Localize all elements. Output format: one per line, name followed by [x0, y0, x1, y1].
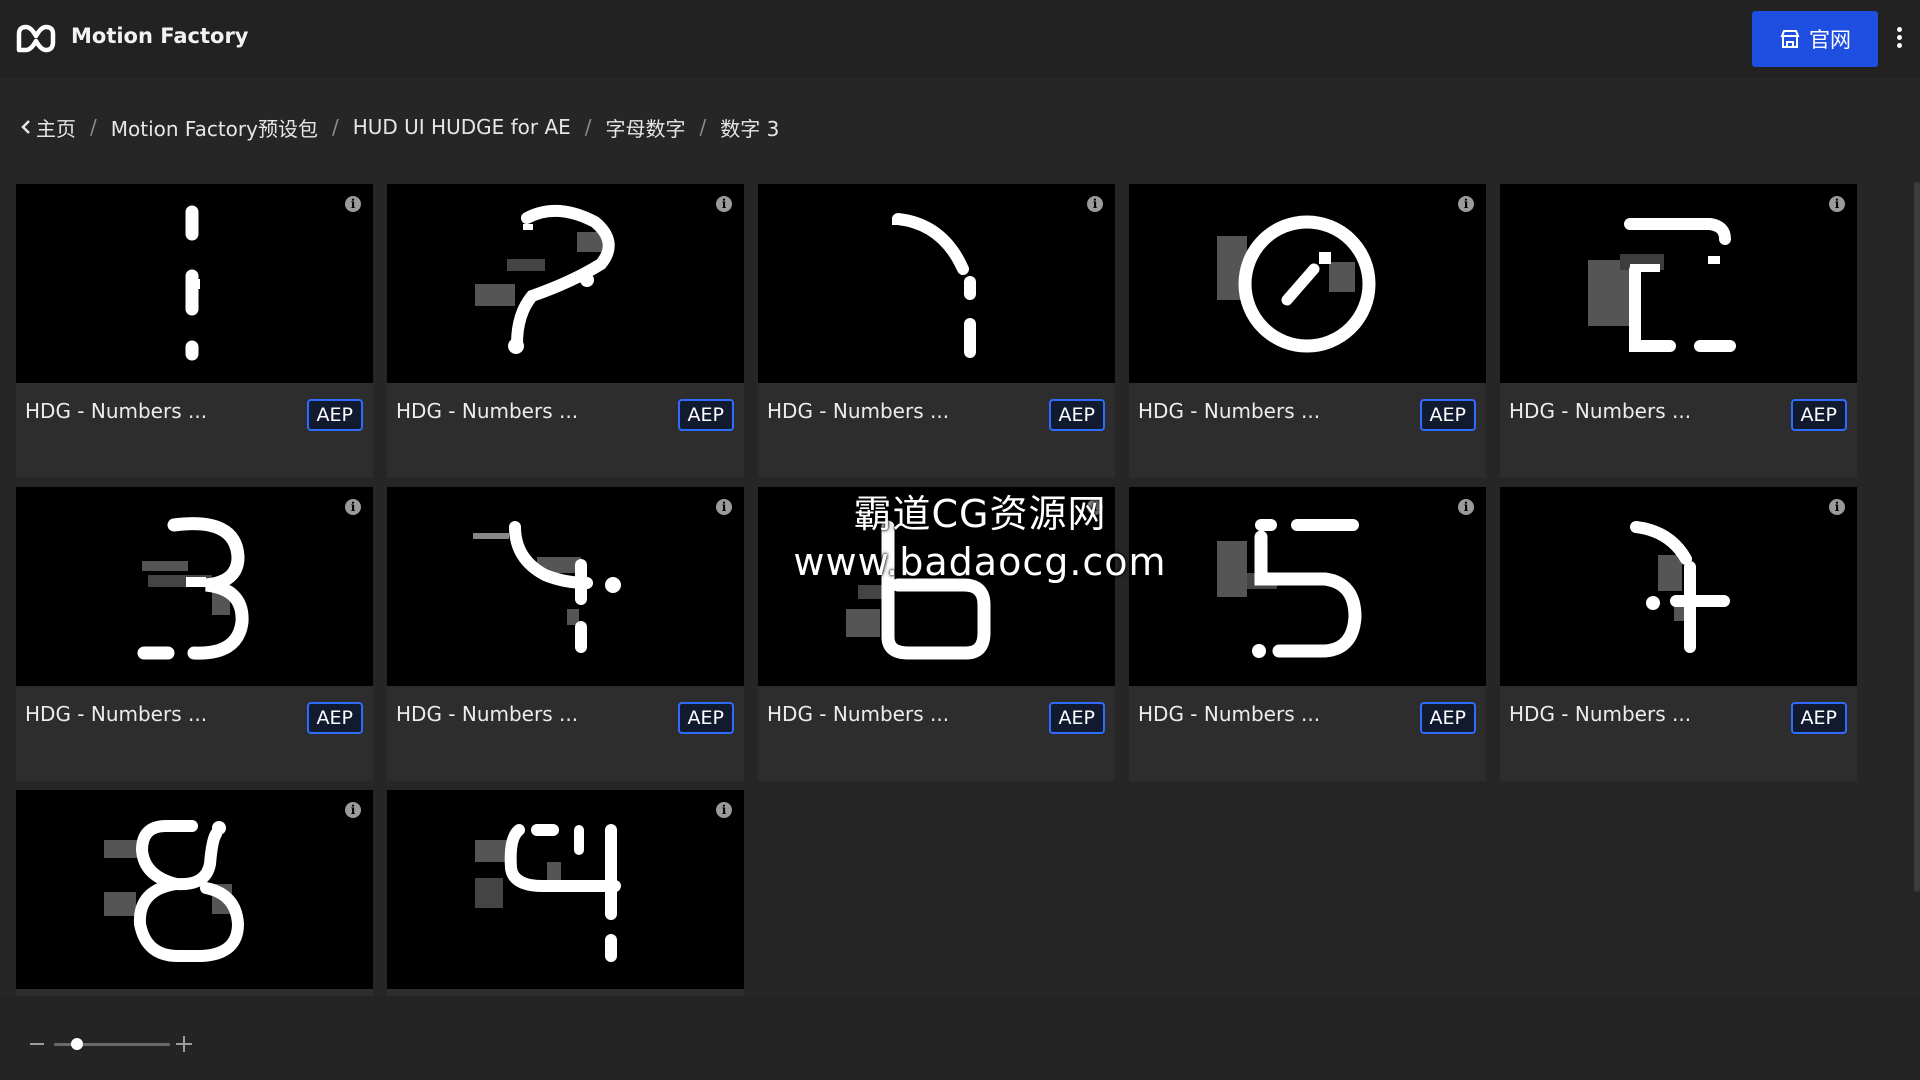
breadcrumb-separator: / [331, 115, 339, 139]
info-icon[interactable]: i [345, 196, 361, 212]
asset-thumbnail: i [1500, 487, 1857, 686]
asset-grid: i HDG - Numbers ... AEP i HDG - Numbers … [16, 184, 1876, 996]
top-bar: Motion Factory 官网 [0, 0, 1920, 78]
motion-factory-logo[interactable] [16, 22, 56, 56]
format-badge: AEP [1419, 399, 1476, 431]
info-icon[interactable]: i [716, 802, 732, 818]
format-badge: AEP [1790, 702, 1847, 734]
asset-card[interactable]: i HDG - Numbers ... AEP [387, 184, 744, 478]
info-icon[interactable]: i [1458, 196, 1474, 212]
asset-card[interactable]: i HDG - Numbers ... AEP [387, 487, 744, 781]
asset-title: HDG - Numbers ... [767, 702, 950, 726]
asset-title: HDG - Numbers ... [767, 399, 950, 423]
asset-thumbnail: i [1500, 184, 1857, 383]
info-icon[interactable]: i [716, 196, 732, 212]
asset-card[interactable]: i HDG - Numbers ... AEP [1500, 487, 1857, 781]
info-icon[interactable]: i [716, 499, 732, 515]
zoom-out-icon[interactable] [30, 1043, 44, 1045]
asset-title: HDG - Numbers ... [25, 702, 208, 726]
official-site-label: 官网 [1809, 28, 1851, 52]
asset-title: HDG - Numbers ... [396, 399, 579, 423]
asset-card[interactable]: i HDG - Numbers ... AEP [1500, 184, 1857, 478]
info-icon[interactable]: i [345, 802, 361, 818]
asset-card[interactable]: i HDG - Numbers ... AEP [16, 184, 373, 478]
watermark-line-1: 霸道CG资源网 [853, 492, 1107, 536]
app-title: Motion Factory [71, 24, 249, 48]
asset-title: HDG - Numbers ... [396, 702, 579, 726]
asset-title: HDG - Numbers ... [1138, 399, 1321, 423]
asset-title: HDG - Numbers ... [1509, 702, 1692, 726]
more-vertical-icon[interactable] [1892, 24, 1906, 54]
format-badge: AEP [306, 702, 363, 734]
asset-card[interactable]: i [387, 790, 744, 996]
asset-thumbnail: i [16, 790, 373, 989]
asset-thumbnail: i [16, 184, 373, 383]
official-site-button[interactable]: 官网 [1752, 11, 1878, 67]
format-badge: AEP [306, 399, 363, 431]
format-badge: AEP [1048, 702, 1105, 734]
breadcrumb-preset-pack[interactable]: Motion Factory预设包 [111, 113, 318, 142]
breadcrumb-current: 数字 3 [720, 116, 780, 141]
asset-thumbnail: i [758, 184, 1115, 383]
asset-title: HDG - Numbers ... [1138, 702, 1321, 726]
asset-card[interactable]: i [16, 790, 373, 996]
asset-thumbnail: i [387, 184, 744, 383]
asset-thumbnail: i [16, 487, 373, 686]
info-icon[interactable]: i [1829, 499, 1845, 515]
info-icon[interactable]: i [345, 499, 361, 515]
breadcrumb-home[interactable]: 主页 [36, 113, 76, 142]
breadcrumb-separator: / [584, 115, 592, 139]
format-badge: AEP [1048, 399, 1105, 431]
chevron-left-icon[interactable] [20, 119, 32, 135]
bottom-bar [0, 996, 1920, 1080]
breadcrumb-separator: / [90, 115, 97, 139]
info-icon[interactable]: i [1458, 499, 1474, 515]
breadcrumb: 主页 / Motion Factory预设包 / HUD UI HUDGE fo… [20, 112, 779, 142]
format-badge: AEP [1419, 702, 1476, 734]
asset-card[interactable]: i HDG - Numbers ... AEP [758, 184, 1115, 478]
breadcrumb-separator: / [699, 115, 707, 139]
vertical-scrollbar[interactable] [1914, 182, 1920, 892]
format-badge: AEP [1790, 399, 1847, 431]
asset-thumbnail: i [387, 487, 744, 686]
asset-title: HDG - Numbers ... [25, 399, 208, 423]
watermark-line-2: www.badaocg.com [793, 540, 1167, 584]
format-badge: AEP [677, 702, 734, 734]
breadcrumb-alphanumeric[interactable]: 字母数字 [606, 113, 686, 142]
store-icon [1780, 30, 1800, 48]
breadcrumb-hud-ui[interactable]: HUD UI HUDGE for AE [353, 115, 571, 139]
format-badge: AEP [677, 399, 734, 431]
zoom-in-icon[interactable] [176, 1036, 192, 1052]
info-icon[interactable]: i [1087, 196, 1103, 212]
asset-thumbnail: i [387, 790, 744, 989]
asset-card[interactable]: i HDG - Numbers ... AEP [16, 487, 373, 781]
watermark: 霸道CG资源网 www.badaocg.com [760, 490, 1200, 586]
asset-thumbnail: i [1129, 184, 1486, 383]
info-icon[interactable]: i [1829, 196, 1845, 212]
asset-title: HDG - Numbers ... [1509, 399, 1692, 423]
asset-card[interactable]: i HDG - Numbers ... AEP [1129, 184, 1486, 478]
